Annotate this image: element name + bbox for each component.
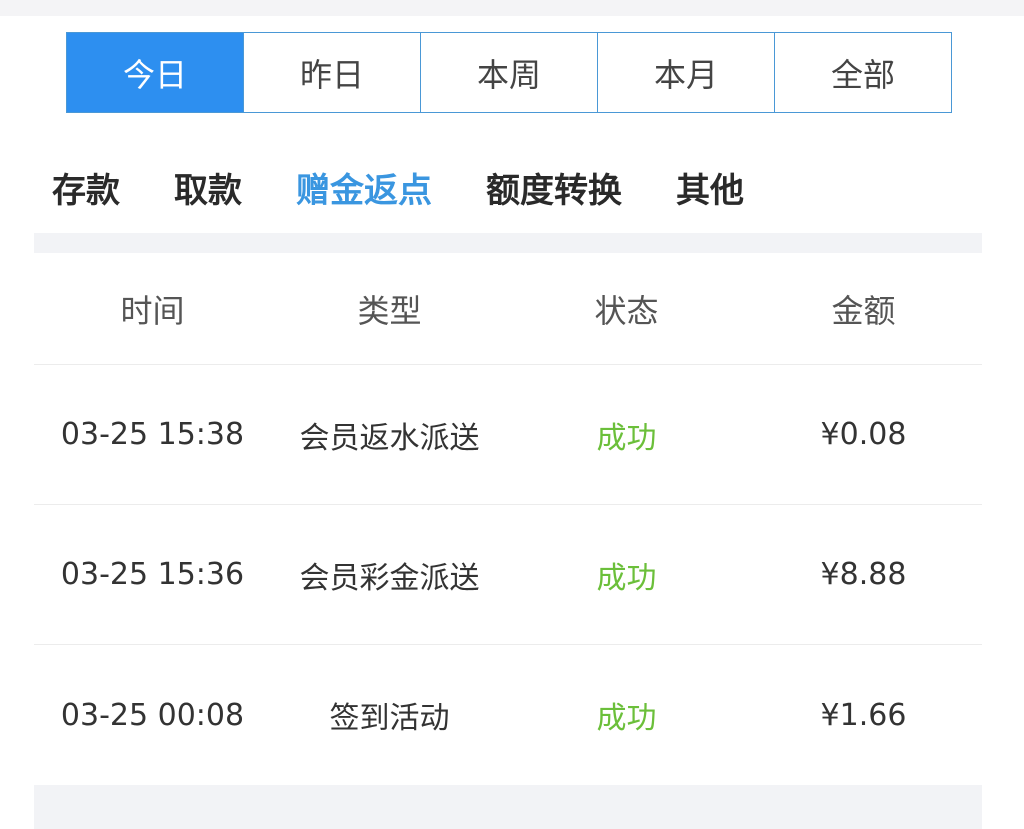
- row-type: 会员返水派送: [299, 420, 480, 456]
- table-row: 03-25 00:08 签到活动 成功 ¥1.66: [34, 645, 982, 785]
- page: 今日 昨日 本周 本月 全部 存款 取款 赠金返点 额度转换 其他 时间 类型 …: [0, 0, 1024, 829]
- records-table: 时间 类型 状态 金额 03-25 15:38 会员返水派送 成功 ¥0.08 …: [34, 253, 982, 785]
- date-filter-today[interactable]: 今日: [67, 33, 244, 112]
- tab-withdraw[interactable]: 取款: [174, 163, 242, 212]
- header-amount: 金额: [831, 291, 896, 330]
- row-status: 成功: [596, 560, 657, 596]
- row-amount: ¥8.88: [820, 557, 907, 592]
- tab-other[interactable]: 其他: [676, 163, 744, 212]
- header-status: 状态: [594, 291, 659, 330]
- row-amount: ¥1.66: [820, 697, 907, 733]
- date-filter-yesterday[interactable]: 昨日: [244, 33, 421, 112]
- row-type: 会员彩金派送: [299, 560, 480, 596]
- separator-band-bottom: [34, 785, 982, 829]
- header-time: 时间: [120, 291, 185, 330]
- table-header-row: 时间 类型 状态 金额: [34, 253, 982, 365]
- row-type: 签到活动: [329, 701, 450, 736]
- tab-deposit[interactable]: 存款: [52, 163, 120, 212]
- row-status: 成功: [596, 420, 657, 456]
- date-filter-this-month[interactable]: 本月: [598, 33, 775, 112]
- top-band: [0, 0, 1024, 16]
- header-type: 类型: [357, 291, 422, 330]
- table-row: 03-25 15:36 会员彩金派送 成功 ¥8.88: [34, 505, 982, 645]
- date-filter-all[interactable]: 全部: [775, 33, 951, 112]
- row-time: 03-25 00:08: [60, 697, 245, 733]
- row-amount: ¥0.08: [820, 417, 907, 452]
- tab-balance-transfer[interactable]: 额度转换: [486, 163, 622, 212]
- tab-bonus-rebate[interactable]: 赠金返点: [296, 163, 432, 212]
- row-time: 03-25 15:36: [60, 557, 245, 592]
- table-row: 03-25 15:38 会员返水派送 成功 ¥0.08: [34, 365, 982, 505]
- category-tabs: 存款 取款 赠金返点 额度转换 其他: [52, 162, 744, 212]
- date-filter-this-week[interactable]: 本周: [421, 33, 598, 112]
- row-status: 成功: [596, 701, 657, 736]
- separator-band-top: [34, 233, 982, 253]
- row-time: 03-25 15:38: [60, 417, 245, 452]
- date-range-filter: 今日 昨日 本周 本月 全部: [66, 32, 952, 113]
